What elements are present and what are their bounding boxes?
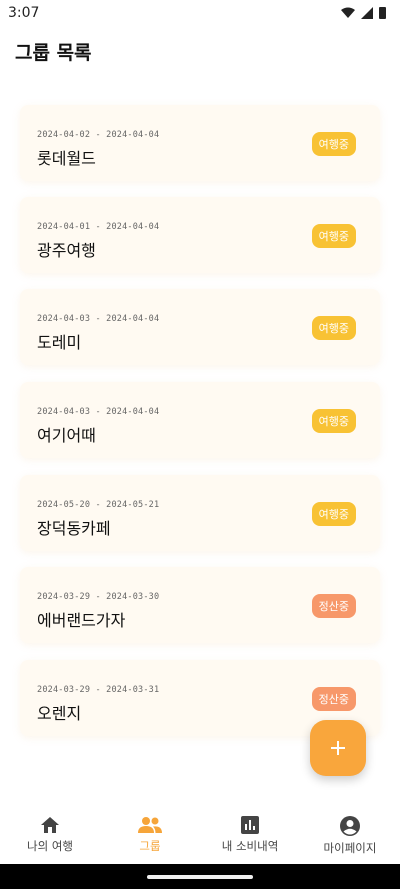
group-name: 도레미 [37, 333, 82, 352]
status-badge: 여행중 [311, 316, 356, 340]
group-dates: 2024-04-02 - 2024-04-04 [37, 130, 160, 140]
nav-item-my-trips[interactable]: 나의 여행 [0, 806, 100, 864]
bottom-nav: 나의 여행 그룹 내 소비내역 마이페이지 [0, 806, 400, 864]
group-dates: 2024-03-29 - 2024-03-30 [37, 592, 160, 602]
status-time: 3:07 [8, 5, 40, 21]
group-card[interactable]: 2024-04-03 - 2024-04-04 여기어때 여행중 [20, 382, 380, 458]
group-dates: 2024-04-03 - 2024-04-04 [37, 407, 160, 417]
add-group-button[interactable] [310, 720, 366, 776]
group-card[interactable]: 2024-03-29 - 2024-03-30 에버랜드가자 정산중 [20, 567, 380, 643]
status-badge: 여행중 [311, 409, 356, 433]
group-name: 광주여행 [37, 241, 96, 260]
signal-icon [361, 7, 373, 19]
account-icon [340, 816, 360, 836]
gesture-handle[interactable] [147, 875, 253, 879]
group-icon [138, 817, 162, 833]
add-icon [331, 741, 345, 755]
status-badge: 여행중 [311, 502, 356, 526]
group-dates: 2024-03-29 - 2024-03-31 [37, 685, 160, 695]
status-badge: 여행중 [311, 132, 356, 156]
group-dates: 2024-04-01 - 2024-04-04 [37, 222, 160, 232]
nav-label: 마이페이지 [323, 841, 377, 855]
system-gesture-area [0, 864, 400, 889]
group-name: 에버랜드가자 [37, 611, 126, 630]
status-bar: 3:07 [0, 0, 400, 26]
group-dates: 2024-04-03 - 2024-04-04 [37, 314, 160, 324]
nav-label: 나의 여행 [27, 839, 73, 853]
nav-item-spending[interactable]: 내 소비내역 [200, 806, 300, 864]
chart-icon [241, 816, 259, 834]
status-badge: 여행중 [311, 224, 356, 248]
home-icon [41, 817, 59, 833]
status-badge: 정산중 [311, 687, 356, 711]
group-card[interactable]: 2024-04-01 - 2024-04-04 광주여행 여행중 [20, 197, 380, 273]
status-icons [341, 7, 386, 19]
group-name: 장덕동카페 [37, 519, 111, 538]
group-card[interactable]: 2024-04-02 - 2024-04-04 롯데월드 여행중 [20, 105, 380, 181]
nav-item-my-page[interactable]: 마이페이지 [300, 806, 400, 864]
group-dates: 2024-05-20 - 2024-05-21 [37, 500, 160, 510]
nav-label: 그룹 [139, 839, 161, 853]
group-name: 롯데월드 [37, 149, 96, 168]
status-badge: 정산중 [311, 594, 356, 618]
group-card[interactable]: 2024-04-03 - 2024-04-04 도레미 여행중 [20, 289, 380, 365]
nav-item-groups[interactable]: 그룹 [100, 806, 200, 864]
nav-label: 내 소비내역 [221, 839, 279, 853]
group-card[interactable]: 2024-05-20 - 2024-05-21 장덕동카페 여행중 [20, 475, 380, 551]
group-name: 오렌지 [37, 704, 82, 723]
page-title: 그룹 목록 [15, 42, 92, 64]
group-name: 여기어때 [37, 426, 96, 445]
battery-icon [379, 7, 386, 19]
wifi-icon [341, 7, 355, 18]
